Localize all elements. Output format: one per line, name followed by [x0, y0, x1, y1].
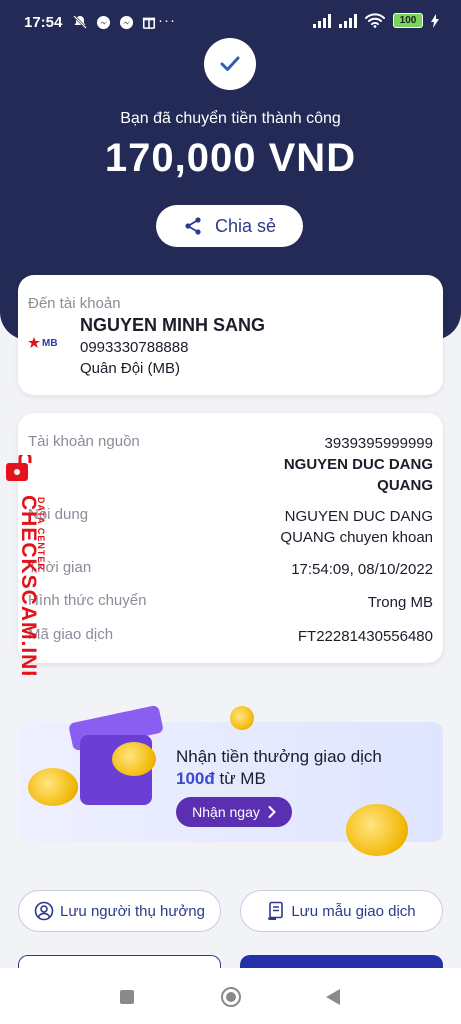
watermark-sub-text: DATA CENTER: [36, 497, 46, 571]
coin-icon: [28, 768, 78, 806]
transfer-amount: 170,000 VND: [104, 136, 357, 180]
promo-amount: 100đ: [176, 769, 215, 788]
user-icon: [34, 901, 54, 921]
source-account-number: 3939395999999: [324, 435, 433, 452]
signal-icon: [313, 13, 331, 28]
source-account-name-line2: QUANG: [377, 477, 433, 494]
battery-icon: 100: [393, 13, 423, 28]
detail-key: Tài khoản nguồn: [28, 433, 140, 450]
detail-value: 17:54:09, 08/10/2022: [291, 561, 433, 578]
system-icons: 100: [313, 13, 439, 28]
mb-star-icon: [28, 337, 40, 348]
messenger-icon: [96, 15, 111, 29]
save-beneficiary-button[interactable]: Lưu người thụ hưởng: [18, 890, 221, 932]
detail-value: 3939395999999 NGUYEN DUC DANG QUANG: [284, 433, 433, 496]
claim-now-label: Nhận ngay: [192, 804, 260, 820]
source-account-name-line1: NGUYEN DUC DANG: [283, 456, 433, 473]
chevron-right-icon: [268, 806, 276, 818]
success-check-icon: [204, 38, 256, 90]
promo-text: Nhận tiền thưởng giao dịch 100đ từ MB: [176, 746, 386, 790]
mute-icon: [73, 15, 87, 29]
coin-icon: [230, 706, 254, 730]
content-line2: QUANG chuyen khoan: [280, 529, 433, 546]
coin-icon: [346, 804, 408, 856]
recipient-account: 0993330788888: [80, 339, 189, 356]
home-button[interactable]: [221, 987, 241, 1007]
detail-value: FT22281430556480: [297, 628, 433, 645]
transaction-details-card: Tài khoản nguồn 3939395999999 NGUYEN DUC…: [18, 413, 443, 663]
more-notifications-icon: ···: [158, 12, 176, 29]
share-label: Chia sẻ: [214, 215, 277, 236]
promo-text-after: từ MB: [214, 769, 266, 788]
coin-icon: [112, 742, 156, 776]
save-template-label: Lưu mẫu giao dịch: [291, 902, 416, 920]
save-template-button[interactable]: Lưu mẫu giao dịch: [240, 890, 443, 932]
document-icon: [268, 901, 284, 920]
save-beneficiary-label: Lưu người thụ hưởng: [60, 902, 205, 920]
recipient-bank: Quân Đội (MB): [80, 360, 181, 377]
back-button[interactable]: [326, 989, 340, 1005]
share-button[interactable]: Chia sẻ: [156, 205, 303, 247]
wifi-icon: [365, 13, 385, 28]
charging-icon: [431, 13, 439, 28]
detail-value: NGUYEN DUC DANG QUANG chuyen khoan: [280, 506, 433, 548]
messenger-icon-2: [119, 15, 134, 29]
notification-icons: [72, 14, 156, 30]
content-line1: NGUYEN DUC DANG: [284, 508, 433, 525]
share-icon: [185, 217, 201, 235]
recents-button[interactable]: [120, 990, 134, 1004]
recipient-card: Đến tài khoản MB NGUYEN MINH SANG 099333…: [18, 275, 443, 395]
signal-icon-2: [339, 13, 357, 28]
recipient-label: Đến tài khoản: [28, 295, 121, 312]
mb-logo-text: MB: [42, 337, 58, 349]
checkscam-watermark: CHECKSCAM.INFO DATA CENTER: [6, 455, 46, 675]
recipient-name: NGUYEN MINH SANG: [80, 315, 266, 335]
success-message: Bạn đã chuyển tiền thành công: [120, 110, 341, 127]
system-navigation-bar: [0, 968, 461, 1024]
claim-now-button[interactable]: Nhận ngay: [176, 797, 292, 827]
promo-text-before: Nhận tiền thưởng giao dịch: [176, 747, 382, 766]
mb-bank-logo: MB: [28, 337, 58, 349]
status-time: 17:54: [24, 14, 63, 31]
gift-notification-icon: [142, 17, 156, 29]
detail-value: Trong MB: [367, 594, 433, 611]
